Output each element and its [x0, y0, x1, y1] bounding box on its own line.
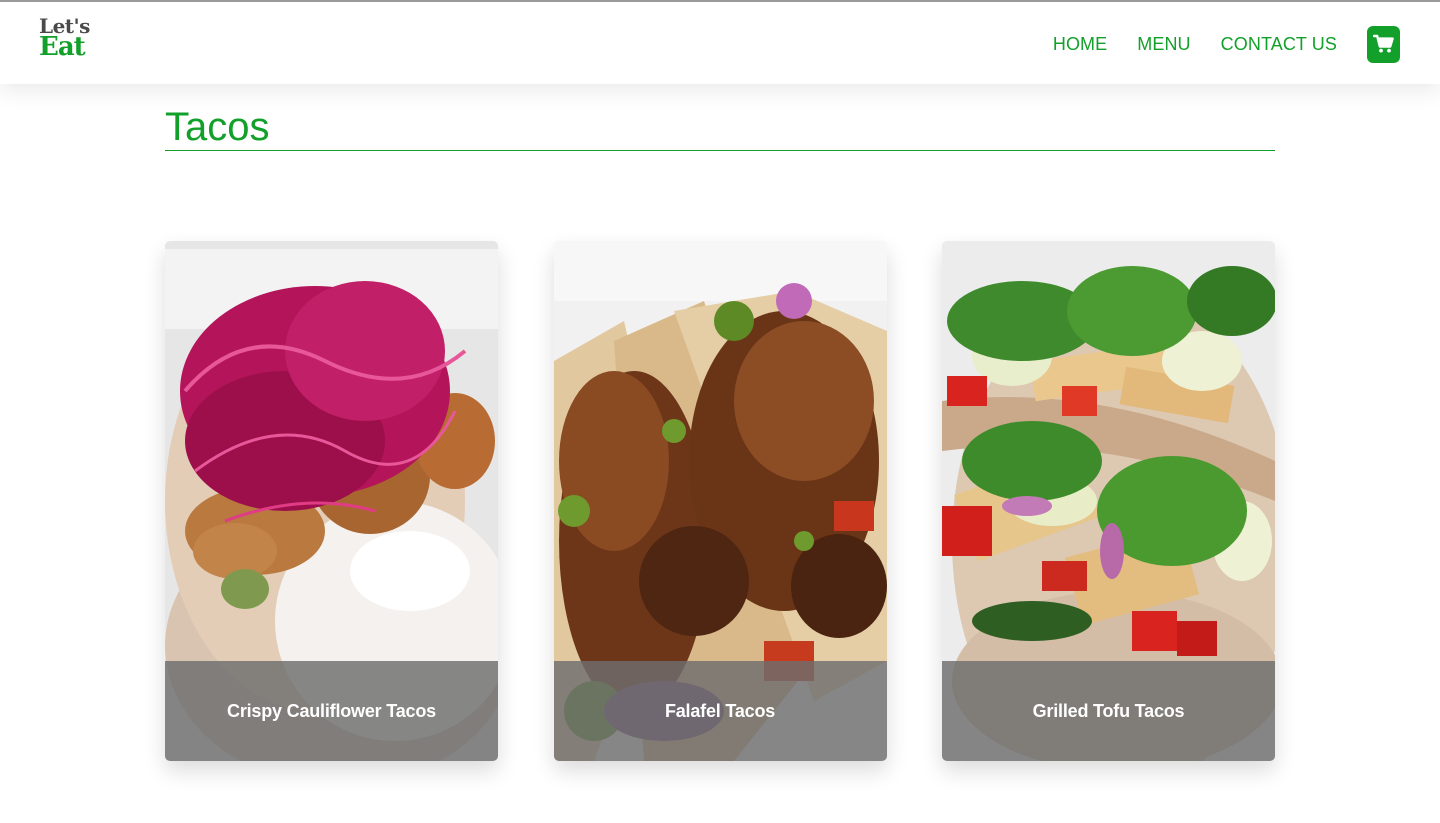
card-title: Crispy Cauliflower Tacos — [227, 700, 436, 721]
nav-contact-link[interactable]: CONTACT US — [1221, 34, 1337, 55]
nav-home-link[interactable]: HOME — [1053, 34, 1107, 55]
site-header: Let's Eat HOME MENU CONTACT US — [0, 0, 1440, 84]
nav-menu-link[interactable]: MENU — [1137, 34, 1190, 55]
menu-card-falafel-tacos[interactable]: Falafel Tacos — [553, 241, 887, 761]
cart-button[interactable] — [1367, 25, 1400, 63]
title-divider — [165, 150, 1275, 151]
card-caption: Falafel Tacos — [553, 661, 887, 761]
menu-card-list: Crispy Cauliflower Tacos Falafel Tacos G… — [165, 241, 1275, 761]
card-caption: Crispy Cauliflower Tacos — [165, 661, 498, 761]
card-caption: Grilled Tofu Tacos — [942, 661, 1275, 761]
card-title: Grilled Tofu Tacos — [1032, 700, 1185, 721]
menu-card-grilled-tofu-tacos[interactable]: Grilled Tofu Tacos — [942, 241, 1275, 761]
cart-icon — [1372, 34, 1394, 53]
site-logo[interactable]: Let's Eat — [39, 16, 97, 62]
main-content: Tacos Crispy Cauliflower Tacos Falafel T… — [165, 84, 1275, 761]
card-title: Falafel Tacos — [664, 700, 776, 721]
main-nav: HOME MENU CONTACT US — [1053, 25, 1400, 63]
page-title: Tacos — [165, 105, 270, 149]
menu-card-crispy-cauliflower-tacos[interactable]: Crispy Cauliflower Tacos — [165, 241, 498, 761]
logo-text-bottom: Eat — [39, 32, 86, 62]
